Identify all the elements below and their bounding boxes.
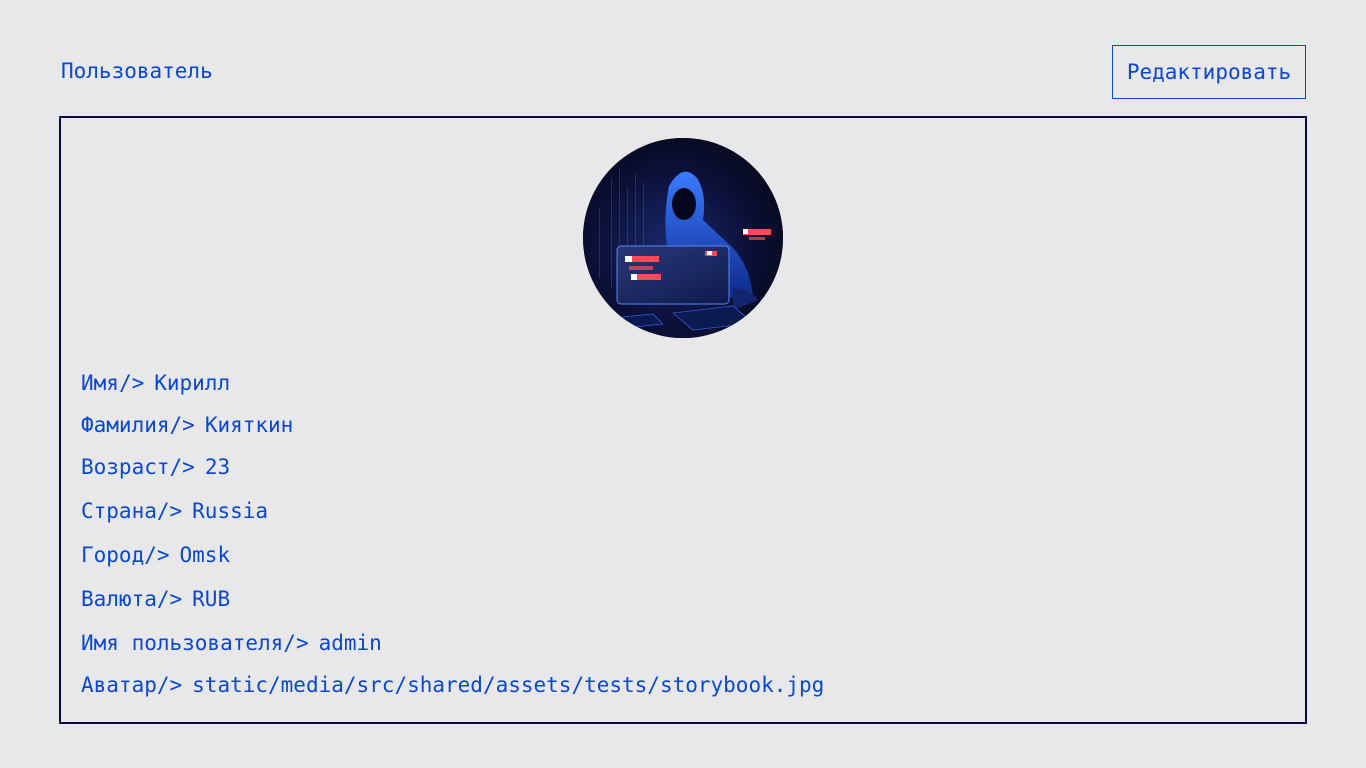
edit-button[interactable]: Редактировать	[1112, 45, 1306, 99]
field-value: Omsk	[179, 543, 231, 567]
field-label: Валюта	[81, 587, 157, 611]
field-city: Город/> Omsk	[81, 542, 230, 568]
field-value: Кирилл	[154, 371, 231, 395]
field-separator: />	[156, 587, 183, 611]
field-separator: />	[169, 455, 195, 479]
page-header: Пользователь Редактировать	[60, 45, 1306, 99]
field-avatar: Аватар/> static/media/src/shared/assets/t…	[81, 672, 824, 698]
field-value: Кияткин	[204, 413, 294, 437]
field-value: admin	[318, 631, 382, 655]
field-separator: />	[169, 413, 195, 437]
field-label: Страна	[81, 499, 157, 523]
field-value: static/media/src/shared/assets/tests/sto…	[192, 673, 825, 697]
field-currency: Валюта/> RUB	[81, 586, 230, 612]
field-age: Возраст/> 23	[81, 454, 230, 480]
field-separator: />	[144, 543, 170, 567]
field-separator: />	[283, 631, 309, 655]
avatar	[583, 138, 783, 338]
field-label: Город	[81, 543, 145, 567]
field-value: Russia	[192, 499, 269, 523]
field-separator: />	[156, 673, 183, 697]
hooded-hacker-avatar-icon	[583, 138, 783, 338]
field-label: Имя	[81, 371, 119, 395]
field-label: Возраст	[81, 455, 170, 479]
field-value: RUB	[192, 587, 231, 611]
field-label: Фамилия	[81, 413, 170, 437]
profile-card: Имя/> Кирилл Фамилия/> Кияткин Возраст/> 23…	[59, 116, 1307, 724]
field-label: Имя пользователя	[81, 631, 284, 655]
field-username: Имя пользователя/> admin	[81, 630, 382, 656]
field-first-name: Имя/> Кирилл	[81, 370, 230, 396]
field-value: 23	[204, 455, 231, 479]
page-title: Пользователь	[61, 59, 213, 83]
field-last-name: Фамилия/> Кияткин	[81, 412, 293, 438]
field-country: Страна/> Russia	[81, 498, 268, 524]
field-separator: />	[118, 371, 145, 395]
field-separator: />	[156, 499, 183, 523]
field-label: Аватар	[81, 673, 157, 697]
